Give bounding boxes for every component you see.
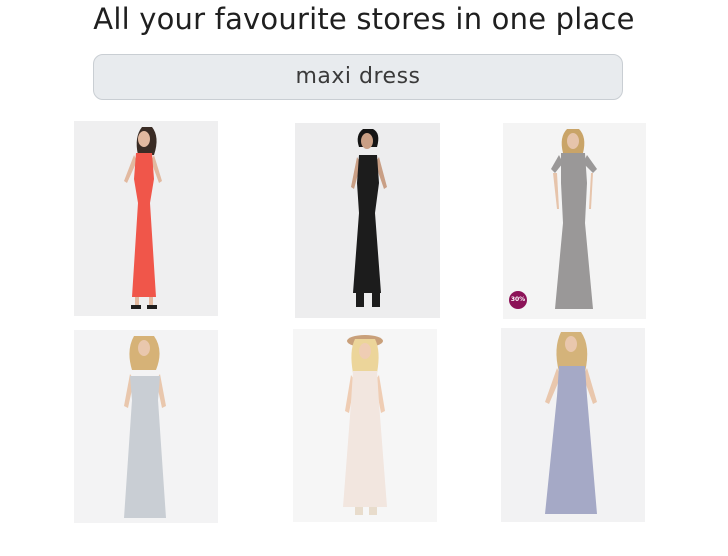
product-card[interactable] (74, 121, 218, 316)
product-image (74, 121, 218, 316)
search-input[interactable]: maxi dress (93, 54, 623, 100)
discount-badge: 30% (509, 291, 527, 309)
product-card[interactable] (501, 328, 645, 522)
product-image (295, 123, 440, 318)
product-image (503, 123, 646, 319)
product-card[interactable] (295, 123, 440, 318)
product-image (501, 328, 645, 522)
page-headline: All your favourite stores in one place (93, 2, 635, 36)
product-card[interactable]: 30% (503, 123, 646, 319)
product-image (74, 330, 218, 523)
product-card[interactable] (293, 329, 437, 522)
product-card[interactable] (74, 330, 218, 523)
product-image (293, 329, 437, 522)
